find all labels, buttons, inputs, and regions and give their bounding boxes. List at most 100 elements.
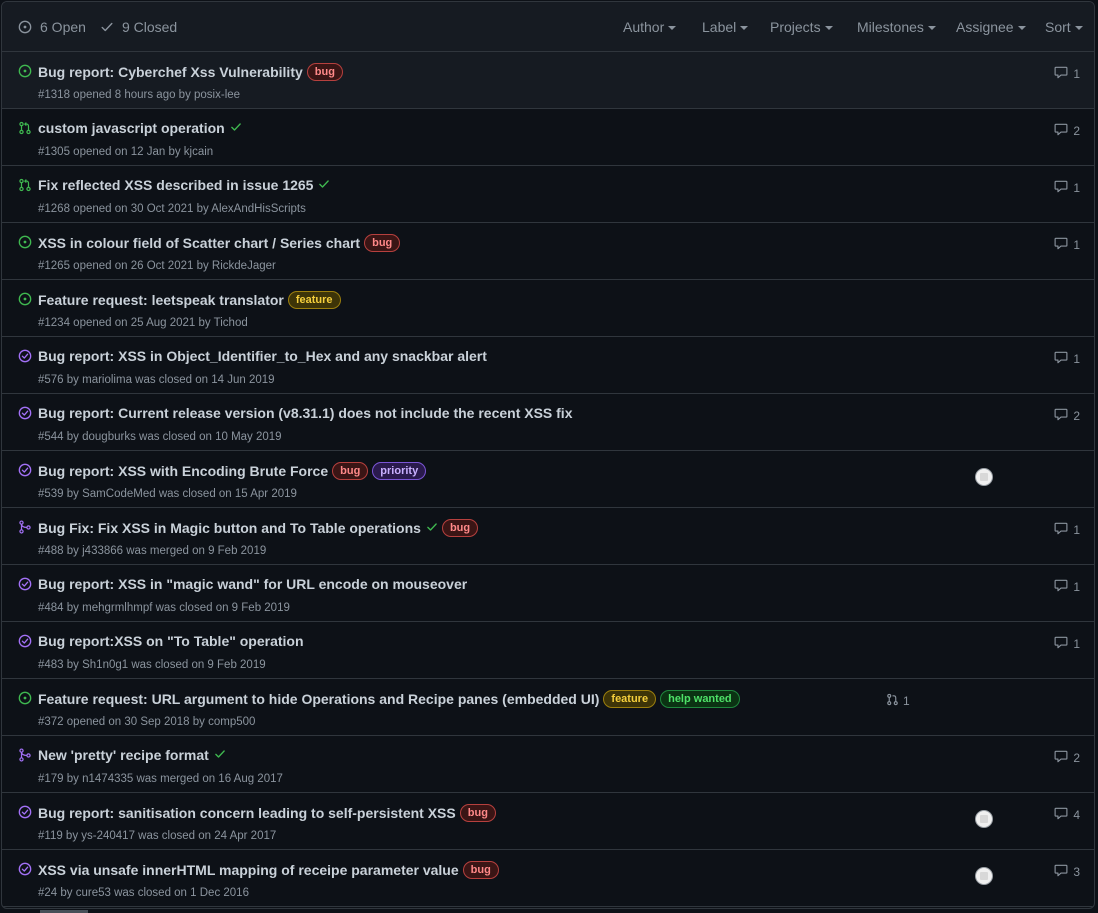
issue-title-link[interactable]: Bug Fix: Fix XSS in Magic button and To … [38, 520, 421, 536]
comment-icon [1054, 750, 1073, 766]
label-bug[interactable]: bug [332, 462, 369, 480]
issue-title-link[interactable]: Bug report: XSS in Object_Identifier_to_… [38, 348, 487, 364]
filter-label: Sort [1045, 19, 1071, 35]
label-bug[interactable]: bug [306, 63, 343, 81]
issue-row[interactable]: Bug report: XSS with Encoding Brute Forc… [2, 451, 1094, 508]
issue-title-link[interactable]: XSS via unsafe innerHTML mapping of rece… [38, 862, 459, 878]
issue-row[interactable]: Feature request: leetspeak translator fea… [2, 280, 1094, 337]
issue-closed-icon [18, 406, 32, 423]
linked-pull-request[interactable]: 1 [886, 693, 910, 709]
comment-count: 1 [1073, 580, 1080, 594]
issue-open-icon [18, 235, 32, 252]
pull-request-icon [886, 693, 903, 709]
issue-row[interactable]: Bug report: Current release version (v8.… [2, 394, 1094, 451]
linked-pr-count: 1 [903, 694, 910, 708]
comment-icon [1054, 351, 1073, 367]
label-bug[interactable]: bug [364, 234, 401, 252]
caret-down-icon [740, 26, 749, 30]
issue-title-link[interactable]: Bug report: Cyberchef Xss Vulnerability [38, 64, 303, 80]
issue-title-link[interactable]: Feature request: URL argument to hide Op… [38, 691, 599, 707]
issue-title-line: Bug Fix: Fix XSS in Magic button and To … [38, 519, 479, 537]
checks-passed-icon[interactable] [214, 747, 226, 763]
issue-title-link[interactable]: Bug report: sanitisation concern leading… [38, 805, 456, 821]
comments-link[interactable]: 4 [1054, 807, 1080, 823]
issue-meta: #179 by n1474335 was merged on 16 Aug 20… [38, 773, 283, 785]
filter-assignee-dropdown[interactable]: Assignee [956, 19, 1026, 35]
comments-link[interactable]: 2 [1054, 123, 1080, 139]
issue-row[interactable]: Bug report:XSS on "To Table" operation #4… [2, 622, 1094, 679]
filter-sort-dropdown[interactable]: Sort [1045, 19, 1083, 35]
label-feature[interactable]: feature [603, 690, 657, 708]
assignee-avatar[interactable] [975, 468, 993, 486]
issue-row[interactable]: Bug report: Cyberchef Xss Vulnerability b… [2, 52, 1094, 109]
comments-link[interactable]: 2 [1054, 408, 1080, 424]
issue-row[interactable]: Feature request: URL argument to hide Op… [2, 679, 1094, 736]
issue-row[interactable]: Bug report: XSS in Object_Identifier_to_… [2, 337, 1094, 394]
comments-link[interactable]: 1 [1054, 180, 1080, 196]
checks-passed-icon[interactable] [318, 177, 330, 193]
checks-passed-icon[interactable] [230, 120, 242, 136]
comment-count: 1 [1073, 637, 1080, 651]
checks-passed-icon[interactable] [426, 520, 438, 536]
issue-row[interactable]: New 'pretty' recipe format #179 by n14743… [2, 736, 1094, 793]
issue-title-line: Feature request: leetspeak translator fea… [38, 291, 341, 309]
issue-rows: Bug report: Cyberchef Xss Vulnerability b… [2, 52, 1094, 907]
issue-title-link[interactable]: Bug report: XSS in "magic wand" for URL … [38, 576, 467, 592]
issue-row[interactable]: Bug report: XSS in "magic wand" for URL … [2, 565, 1094, 622]
issue-meta: #576 by mariolima was closed on 14 Jun 2… [38, 374, 275, 386]
issue-title-link[interactable]: custom javascript operation [38, 120, 225, 136]
label-feature[interactable]: feature [287, 291, 341, 309]
comment-count: 2 [1073, 124, 1080, 138]
issue-title-line: custom javascript operation [38, 120, 242, 136]
issue-title-link[interactable]: Bug report: XSS with Encoding Brute Forc… [38, 463, 328, 479]
assignee-avatar[interactable] [975, 810, 993, 828]
issue-title-link[interactable]: XSS in colour field of Scatter chart / S… [38, 235, 360, 251]
issue-title-link[interactable]: Bug report: Current release version (v8.… [38, 405, 572, 421]
issue-title-link[interactable]: Fix reflected XSS described in issue 126… [38, 177, 313, 193]
issue-row[interactable]: Bug report: sanitisation concern leading… [2, 793, 1094, 850]
filter-projects-dropdown[interactable]: Projects [770, 19, 833, 35]
issue-row[interactable]: custom javascript operation #1305 opened … [2, 109, 1094, 166]
comments-link[interactable]: 1 [1054, 636, 1080, 652]
filter-label: Projects [770, 19, 821, 35]
comment-count: 3 [1073, 865, 1080, 879]
filter-author-dropdown[interactable]: Author [623, 19, 677, 35]
issue-row[interactable]: Fix reflected XSS described in issue 126… [2, 166, 1094, 223]
comments-link[interactable]: 1 [1054, 66, 1080, 82]
label-bug[interactable]: bug [462, 861, 499, 879]
caret-down-icon [668, 26, 677, 30]
issue-meta: #483 by Sh1n0g1 was closed on 9 Feb 2019 [38, 659, 266, 671]
issue-row[interactable]: XSS in colour field of Scatter chart / S… [2, 223, 1094, 280]
comments-link[interactable]: 1 [1054, 237, 1080, 253]
label-help-wanted[interactable]: help wanted [660, 690, 740, 708]
issue-row[interactable]: XSS via unsafe innerHTML mapping of rece… [2, 850, 1094, 907]
issue-meta: #544 by dougburks was closed on 10 May 2… [38, 431, 282, 443]
issue-title-link[interactable]: New 'pretty' recipe format [38, 747, 209, 763]
filter-label: Milestones [857, 19, 924, 35]
issue-meta: #1305 opened on 12 Jan by kjcain [38, 146, 214, 158]
comments-link[interactable]: 2 [1054, 750, 1080, 766]
pull-request-merged-icon [18, 748, 32, 765]
comment-icon [1054, 864, 1073, 880]
assignee-avatar[interactable] [975, 867, 993, 885]
label-bug[interactable]: bug [441, 519, 479, 537]
filter-milestones-dropdown[interactable]: Milestones [857, 19, 936, 35]
issue-row[interactable]: Bug Fix: Fix XSS in Magic button and To … [2, 508, 1094, 565]
issue-title-link[interactable]: Bug report:XSS on "To Table" operation [38, 633, 304, 649]
comments-link[interactable]: 1 [1054, 579, 1080, 595]
comments-link[interactable]: 1 [1054, 351, 1080, 367]
label-bug[interactable]: bug [459, 804, 496, 822]
comment-count: 1 [1073, 352, 1080, 366]
comments-link[interactable]: 1 [1054, 522, 1080, 538]
issue-meta: #488 by j433866 was merged on 9 Feb 2019 [38, 545, 267, 557]
label-priority[interactable]: priority [372, 462, 427, 480]
filter-label-dropdown[interactable]: Label [702, 19, 749, 35]
comment-icon [1054, 237, 1073, 253]
issue-list-header: 6 Open 9 Closed Author Label Projects Miles… [2, 2, 1094, 52]
issue-meta: #1268 opened on 30 Oct 2021 by AlexAndHi… [38, 203, 306, 215]
issue-title-link[interactable]: Feature request: leetspeak translator [38, 292, 284, 308]
comments-link[interactable]: 3 [1054, 864, 1080, 880]
comment-icon [1054, 180, 1073, 196]
filter-label: Author [623, 19, 665, 35]
issue-title-line: XSS in colour field of Scatter chart / S… [38, 234, 401, 252]
